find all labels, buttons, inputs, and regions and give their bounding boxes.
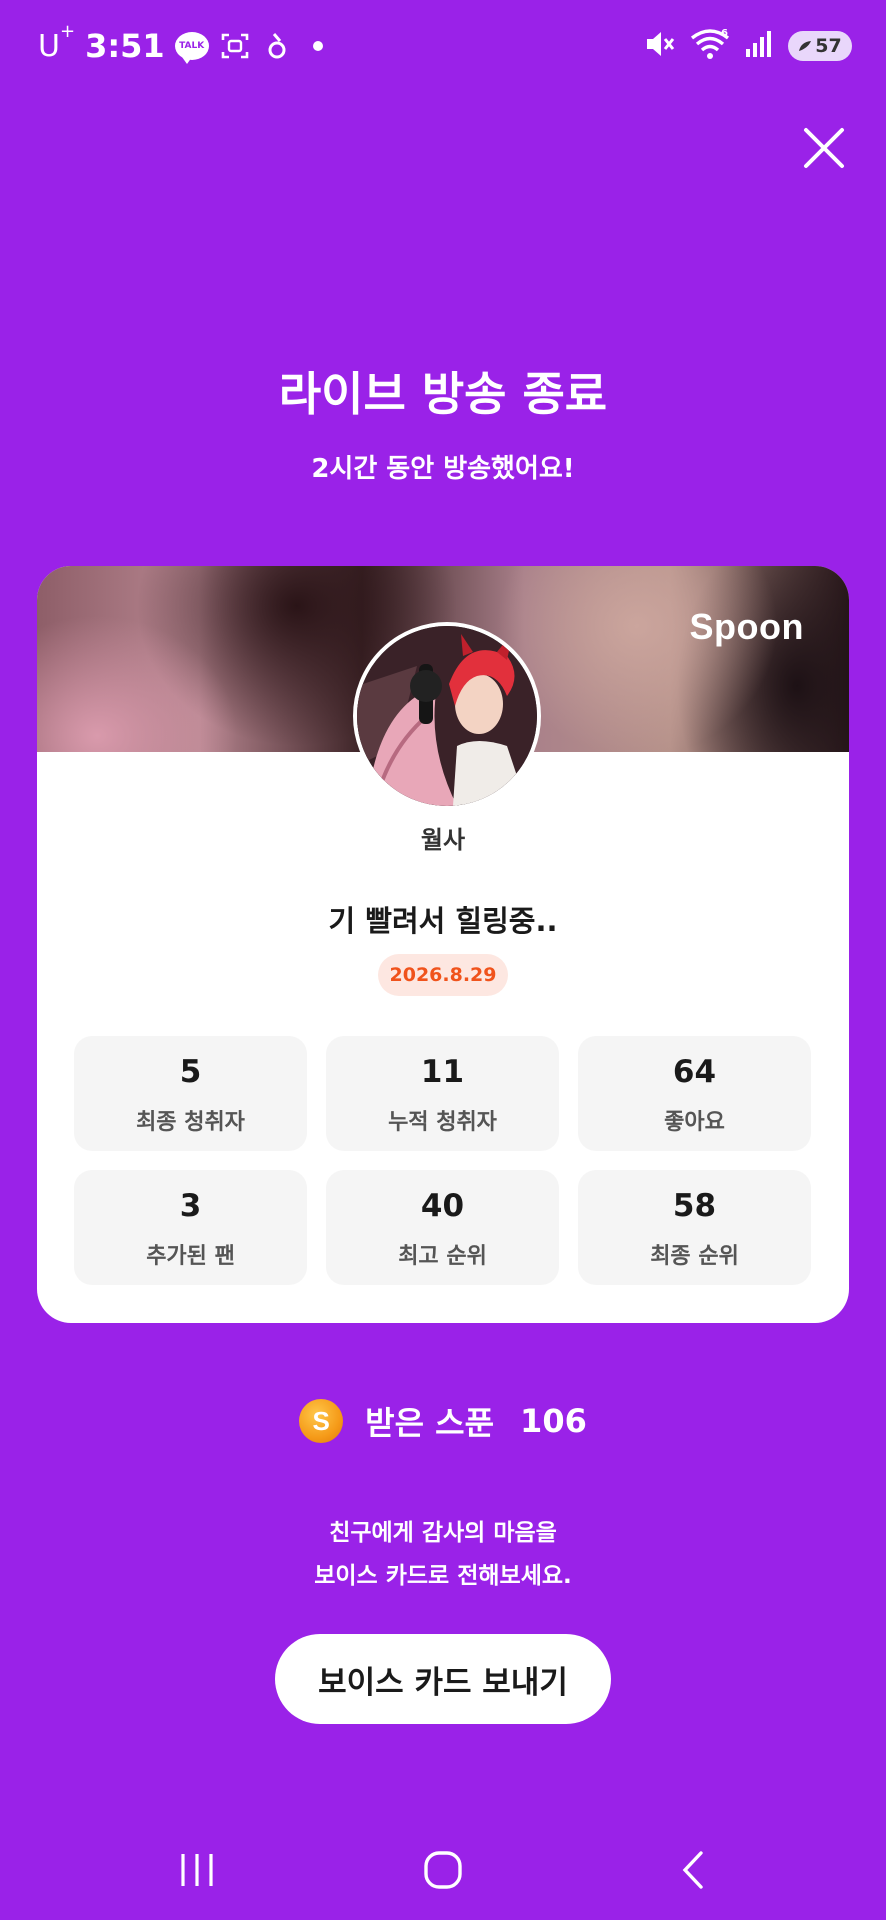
stat-label: 최종 청취자 xyxy=(136,1109,245,1135)
live-title: 기 빨려서 힐링중.. xyxy=(328,904,558,938)
host-nickname: 월사 xyxy=(420,826,466,854)
signal-icon xyxy=(744,29,774,63)
stat-new-fans: 3 추가된 팬 xyxy=(74,1170,307,1285)
navigation-bar xyxy=(0,1820,886,1920)
stat-label: 추가된 팬 xyxy=(146,1243,235,1269)
status-time: 3:51 xyxy=(85,27,165,65)
battery-level: 57 xyxy=(815,35,842,57)
home-button[interactable] xyxy=(413,1844,473,1896)
stat-value: 3 xyxy=(179,1187,202,1224)
close-icon xyxy=(804,128,844,168)
thanks-line-2: 보이스 카드로 전해보세요. xyxy=(314,1563,572,1589)
spoons-count: 106 xyxy=(520,1402,587,1440)
received-spoons: S 받은 스푼 106 xyxy=(0,1398,886,1444)
wifi-icon: 6 xyxy=(690,28,730,64)
recent-apps-icon xyxy=(181,1854,213,1886)
status-bar-right: 6 57 xyxy=(644,28,852,64)
date-badge: 2026.8.29 xyxy=(378,954,508,996)
svg-text:6: 6 xyxy=(721,28,728,39)
stat-value: 64 xyxy=(672,1053,717,1090)
status-bar: U+ 3:51 TALK 6 57 xyxy=(0,0,886,92)
spoons-label: 받은 스푼 xyxy=(365,1404,495,1442)
stat-final-rank: 58 최종 순위 xyxy=(578,1170,811,1285)
home-icon xyxy=(424,1851,462,1889)
stat-value: 11 xyxy=(420,1053,465,1090)
stat-label: 좋아요 xyxy=(664,1109,725,1135)
battery-icon: 57 xyxy=(788,31,852,61)
page-title: 라이브 방송 종료 xyxy=(278,367,608,421)
back-button[interactable] xyxy=(662,1844,722,1896)
thanks-line-1: 친구에게 감사의 마음을 xyxy=(329,1520,557,1546)
avatar xyxy=(353,622,541,810)
close-button[interactable] xyxy=(802,126,846,170)
screenshot-icon xyxy=(219,30,251,62)
thanks-message: 친구에게 감사의 마음을 보이스 카드로 전해보세요. xyxy=(0,1512,886,1598)
kakaotalk-icon: TALK xyxy=(174,32,209,64)
live-summary-card: Spoon 월사 기 빨려서 힐링중.. 2026.8.29 5 최종 청취자 … xyxy=(37,566,849,1323)
stat-total-listeners: 11 누적 청취자 xyxy=(326,1036,559,1151)
stat-likes: 64 좋아요 xyxy=(578,1036,811,1151)
stat-label: 누적 청취자 xyxy=(388,1109,497,1135)
stat-label: 최종 순위 xyxy=(650,1243,739,1269)
stat-final-listeners: 5 최종 청취자 xyxy=(74,1036,307,1151)
stat-label: 최고 순위 xyxy=(398,1243,487,1269)
stat-value: 40 xyxy=(420,1187,465,1224)
spoon-coin-icon: S xyxy=(299,1399,344,1443)
page-subtitle: 2시간 동안 방송했어요! xyxy=(311,454,575,484)
recent-apps-button[interactable] xyxy=(167,1844,227,1896)
spoon-logo: Spoon xyxy=(689,606,804,647)
send-voice-card-button[interactable]: 보이스 카드 보내기 xyxy=(275,1634,611,1724)
carrier-label: U+ xyxy=(38,20,76,64)
stat-value: 58 xyxy=(672,1187,717,1224)
status-bar-left: U+ 3:51 TALK xyxy=(38,20,323,66)
notification-dot xyxy=(312,41,323,51)
notification-icon xyxy=(261,30,293,62)
back-icon xyxy=(682,1851,703,1889)
mute-icon xyxy=(644,29,676,63)
stat-value: 5 xyxy=(179,1053,202,1090)
stat-highest-rank: 40 최고 순위 xyxy=(326,1170,559,1285)
stats-grid: 5 최종 청취자 11 누적 청취자 64 좋아요 3 추가된 팬 40 최고 … xyxy=(74,1036,812,1285)
